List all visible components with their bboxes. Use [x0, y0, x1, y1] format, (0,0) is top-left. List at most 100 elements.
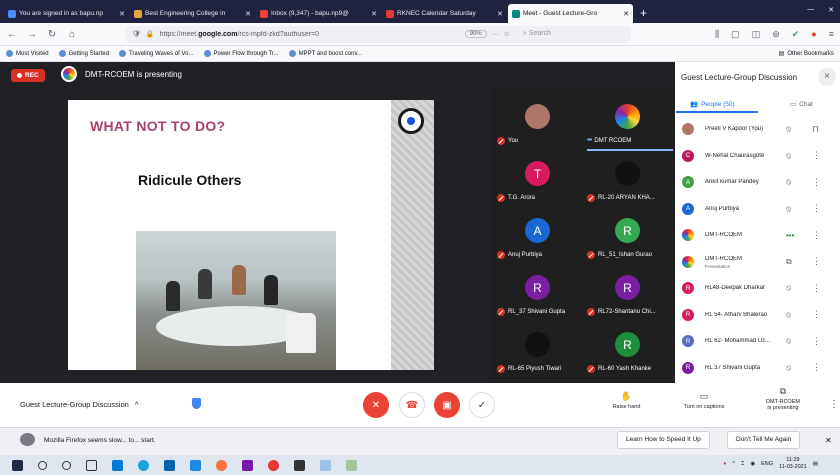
mic-status-icon[interactable]: ⦸	[786, 177, 791, 187]
onenote-icon[interactable]	[242, 459, 253, 471]
participant-tile[interactable]: T T.G. Arora	[493, 156, 583, 208]
browser-tab[interactable]: Best Engineering College in ✕	[130, 4, 255, 23]
mic-status-icon[interactable]: •••	[786, 231, 794, 240]
zoom-level[interactable]: 90%	[464, 30, 487, 38]
meeting-details[interactable]: Guest Lecture-Group Discussion ^	[20, 400, 138, 409]
participant-row[interactable]: A Ankit kumar Pandey ⦸ ⋮	[676, 169, 840, 195]
leave-call-button[interactable]: ☎	[399, 392, 425, 418]
participant-row[interactable]: DMT-RCOEM Presentation ⧉ ⋮	[676, 249, 840, 275]
participant-row[interactable]: DMT-RCOEM ••• ⋮	[676, 222, 840, 248]
participant-tile[interactable]: You	[493, 99, 583, 151]
close-window-icon[interactable]: ✕	[828, 6, 834, 14]
camera-toggle-button[interactable]: ▣	[434, 392, 460, 418]
tab-chat[interactable]: ▭ Chat	[790, 100, 813, 109]
tab-close-icon[interactable]: ✕	[245, 10, 251, 18]
firefox-taskbar-icon[interactable]	[216, 459, 227, 471]
participant-row[interactable]: R RL 54- Atharv Bhalerao ⦸ ⋮	[676, 302, 840, 328]
participant-row[interactable]: C W-Nehal Chaurasgote ⦸ ⋮	[676, 143, 840, 169]
notification-close-icon[interactable]: ✕	[825, 436, 832, 445]
browser-tab[interactable]: You are signed in as bapu.np ✕	[4, 4, 129, 23]
tab-close-icon[interactable]: ✕	[119, 10, 125, 18]
participant-tile[interactable]: R RL_37 Shivani Gupta	[493, 270, 583, 322]
participant-tile[interactable]: R RL_51_Ishan Gurao	[583, 213, 673, 265]
url-text[interactable]: https://meet.google.com/rcs-mpfd-zkd?aut…	[160, 31, 460, 38]
participant-tile[interactable]: A Anuj Purbiya	[493, 213, 583, 265]
participant-row[interactable]: R RL 62- Mohammad Uz... ⦸ ⋮	[676, 328, 840, 354]
mic-status-icon[interactable]: ⦸	[786, 336, 791, 346]
bookmark-item[interactable]: Getting Started	[58, 50, 109, 57]
learn-speed-button[interactable]: Learn How to Speed It Up	[617, 431, 710, 449]
bookmark-item[interactable]: Most Visited	[6, 50, 49, 57]
edge-icon[interactable]	[138, 459, 149, 471]
mic-status-icon[interactable]: ⦸	[786, 124, 791, 134]
mic-status-icon[interactable]: ⦸	[786, 310, 791, 320]
menu-icon[interactable]: ≡	[829, 29, 834, 40]
tray-expand-icon[interactable]: ^	[732, 461, 735, 467]
more-options-icon[interactable]: ⋮	[812, 283, 821, 294]
more-options-icon[interactable]: ⋮	[812, 362, 821, 373]
sidebar-icon[interactable]: ▢	[731, 29, 740, 40]
bookmark-item[interactable]: Traveling Waves of Vo...	[118, 50, 194, 57]
bookmark-item[interactable]: Power Flow through Tr...	[203, 50, 279, 57]
volume-icon[interactable]: ◉	[750, 461, 755, 467]
pocket-icon[interactable]: ◫	[752, 29, 761, 40]
dont-tell-button[interactable]: Don't Tell Me Again	[727, 431, 801, 449]
browser-tab[interactable]: Inbox (9,347) - bapu.np9@ ✕	[256, 4, 381, 23]
url-bar[interactable]: 🛡 🔒 https://meet.google.com/rcs-mpfd-zkd…	[126, 25, 631, 43]
more-options-icon[interactable]: ⋮	[829, 399, 839, 410]
browser-tab[interactable]: RKNEC Calendar Saturday ✕	[382, 4, 507, 23]
shield-app-icon[interactable]	[190, 459, 201, 471]
search-field[interactable]: ⌕ Search	[523, 30, 551, 38]
browser-tab[interactable]: Meet - Guest Lecture-Gro ✕	[508, 4, 633, 23]
user-tray-icon[interactable]: ●	[723, 461, 726, 467]
more-options-icon[interactable]: ⋮	[812, 230, 821, 241]
app-icon[interactable]	[346, 459, 357, 471]
participant-tile[interactable]: R RL72-Shantanu Chi...	[583, 270, 673, 322]
tab-close-icon[interactable]: ✕	[497, 10, 503, 18]
new-tab-button[interactable]: +	[634, 4, 653, 23]
tab-close-icon[interactable]: ✕	[371, 10, 377, 18]
tab-people[interactable]: 👥 People (50)	[690, 100, 735, 109]
search-icon[interactable]	[38, 460, 47, 470]
terminal-icon[interactable]	[294, 459, 305, 471]
minimize-icon[interactable]: —	[807, 6, 814, 14]
other-bookmarks[interactable]: ▤ Other Bookmarks	[779, 50, 834, 58]
more-options-icon[interactable]: ⋮	[812, 336, 821, 347]
mic-status-icon[interactable]: ⦸	[786, 363, 791, 373]
mail-icon[interactable]	[164, 459, 175, 471]
participant-row[interactable]: R RL 37 Shivani Gupta ⦸ ⋮	[676, 355, 840, 381]
participant-tile[interactable]: RL-20 ARYAN KHA...	[583, 156, 673, 208]
paint-icon[interactable]	[320, 459, 331, 471]
mic-status-icon[interactable]: ⦸	[786, 151, 791, 161]
bookmark-item[interactable]: MPPT and boost conv...	[288, 50, 362, 57]
home-icon[interactable]: ⌂	[66, 29, 78, 40]
mic-status-icon[interactable]: ⦸	[786, 283, 791, 293]
network-icon[interactable]: ⌶	[741, 461, 744, 468]
participant-tile[interactable]: RL-65 Piyush Tiwari	[493, 327, 583, 379]
store-icon[interactable]	[112, 459, 123, 471]
reload-icon[interactable]: ↻	[46, 29, 58, 40]
more-options-icon[interactable]: ⋮	[812, 203, 821, 214]
cortana-icon[interactable]	[62, 460, 71, 470]
more-options-icon[interactable]: ⋮	[812, 256, 821, 267]
participant-row[interactable]: R RL48-Deepak Dharkar ⦸ ⋮	[676, 275, 840, 301]
captions-button[interactable]: ▭ Turn on captions	[672, 391, 736, 410]
window-controls[interactable]: — ✕	[807, 6, 834, 14]
bookmark-star-icon[interactable]: ☆	[504, 30, 510, 38]
windows-start-icon[interactable]	[12, 459, 23, 471]
tab-close-icon[interactable]: ✕	[623, 10, 629, 18]
notification-center-icon[interactable]: ▤	[813, 461, 818, 467]
forward-icon[interactable]: →	[26, 29, 38, 40]
page-actions-icon[interactable]: ···	[492, 31, 499, 38]
participant-row[interactable]: A Anuj Purbiya ⦸ ⋮	[676, 196, 840, 222]
lock-icon[interactable]: 🔒	[146, 30, 155, 38]
clock[interactable]: 11:29 11-03-2021	[779, 457, 807, 471]
close-icon[interactable]: ×	[818, 68, 836, 86]
participant-row[interactable]: Preeti V Kapoor (You) ⦸ ⊓	[676, 116, 840, 142]
check-icon[interactable]: ✔	[792, 29, 800, 40]
mic-status-icon[interactable]: ⦸	[786, 204, 791, 214]
mic-toggle-button[interactable]: ✕	[363, 392, 389, 418]
chrome-icon[interactable]	[268, 459, 279, 471]
more-options-icon[interactable]: ⋮	[812, 150, 821, 161]
task-view-icon[interactable]	[86, 459, 97, 471]
